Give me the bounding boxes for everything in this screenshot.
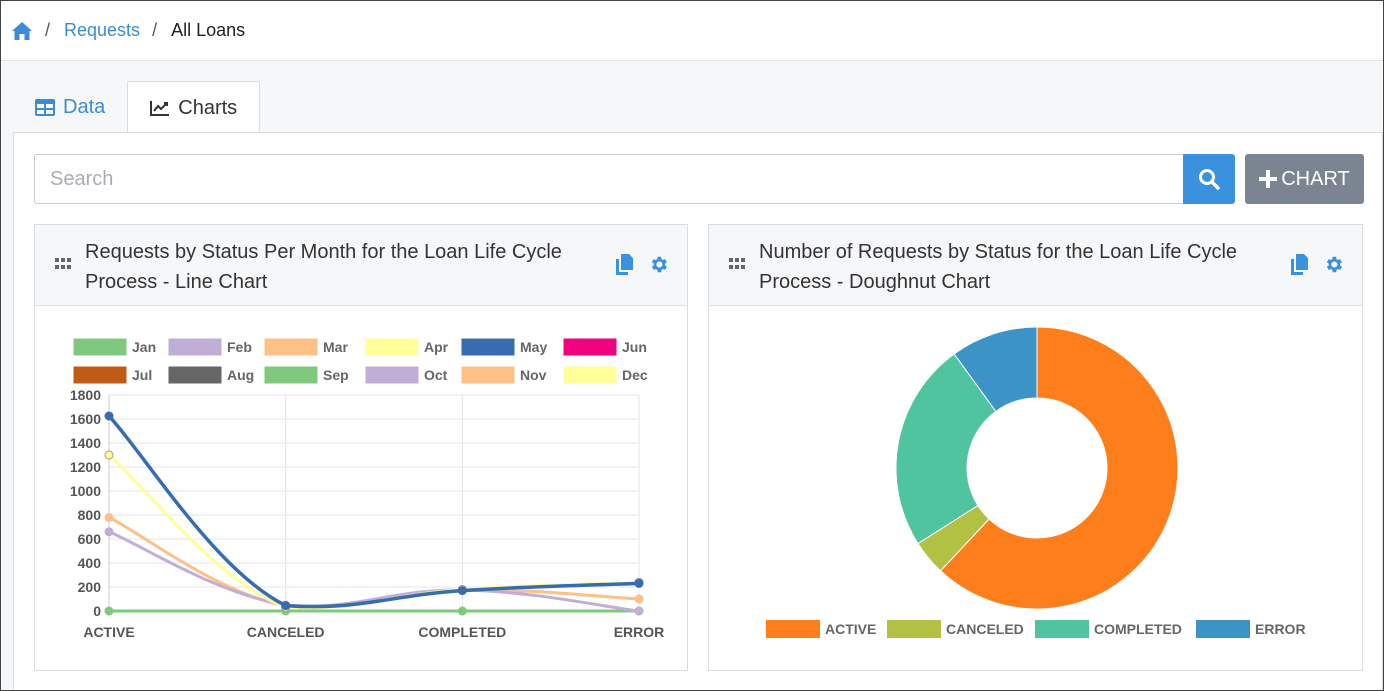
gear-icon[interactable] xyxy=(648,254,669,275)
legend-swatch-feb xyxy=(167,337,223,357)
search-input[interactable] xyxy=(34,154,1183,204)
data-point-mar xyxy=(634,594,644,604)
legend-label-oct: Oct xyxy=(424,367,448,383)
gear-icon[interactable] xyxy=(1323,254,1344,275)
legend-swatch-dec xyxy=(562,365,618,385)
data-point-jan xyxy=(457,606,467,616)
line-chart: Jan Feb Mar Apr May Jun Jul Aug Sep Oct Nov Dec 0 200… xyxy=(70,337,665,640)
legend-swatch-jun xyxy=(562,337,618,357)
y-tick-label: 600 xyxy=(78,531,102,547)
legend-label-mar: Mar xyxy=(323,339,348,355)
legend-swatch-canceled xyxy=(887,620,941,638)
legend-label-active: ACTIVE xyxy=(825,621,876,637)
search-button[interactable] xyxy=(1183,154,1235,204)
panel-header: Number of Requests by Status for the Loa… xyxy=(709,225,1362,306)
legend-label-sep: Sep xyxy=(323,367,349,383)
tab-data[interactable]: Data xyxy=(13,81,127,133)
legend-label-error: ERROR xyxy=(1255,621,1306,637)
legend-swatch-apr xyxy=(364,337,420,357)
app-frame: / Requests / All Loans Data Charts Searc… xyxy=(0,0,1384,691)
line-chart-icon xyxy=(150,101,170,116)
legend-label-nov: Nov xyxy=(520,367,547,383)
search-row: CHART xyxy=(34,154,1364,204)
x-tick-label: ERROR xyxy=(614,624,665,640)
legend-label-canceled: CANCELED xyxy=(946,621,1024,637)
grip-icon[interactable] xyxy=(729,258,745,270)
legend-swatch-jul xyxy=(72,365,128,385)
breadcrumb-link-requests[interactable]: Requests xyxy=(64,20,140,41)
data-point-may xyxy=(634,578,644,588)
data-point-feb xyxy=(104,527,114,537)
legend-swatch-may xyxy=(460,337,516,357)
legend-swatch-completed xyxy=(1035,620,1089,638)
panel-title: Number of Requests by Status for the Loa… xyxy=(759,241,1238,293)
search-icon xyxy=(1199,169,1220,190)
legend-label-apr: Apr xyxy=(424,339,449,355)
legend-label-completed: COMPLETED xyxy=(1094,621,1182,637)
legend-label-jan: Jan xyxy=(132,339,156,355)
grip-icon[interactable] xyxy=(55,258,71,270)
data-point-may xyxy=(457,586,467,596)
tab-bar: Data Charts xyxy=(13,81,261,134)
x-tick-label: ACTIVE xyxy=(83,624,134,640)
panel-body: ACTIVE CANCELED COMPLETED ERROR xyxy=(709,306,1362,670)
data-point-may xyxy=(104,411,114,421)
tab-data-label: Data xyxy=(63,95,106,118)
legend-swatch-nov xyxy=(460,365,516,385)
legend-label-jul: Jul xyxy=(132,367,152,383)
doughnut-chart-panel: Number of Requests by Status for the Loa… xyxy=(708,224,1363,671)
y-tick-label: 1800 xyxy=(70,387,101,403)
data-point-apr xyxy=(104,450,114,460)
legend-swatch-jan xyxy=(72,337,128,357)
legend-label-aug: Aug xyxy=(227,367,254,383)
charts-content: CHART Requests by Status Per Month for t… xyxy=(13,132,1383,690)
series-line-feb xyxy=(108,530,640,613)
y-tick-label: 0 xyxy=(93,603,101,619)
breadcrumb-current: All Loans xyxy=(171,20,246,40)
y-tick-label: 1600 xyxy=(70,411,101,427)
breadcrumb-separator: / xyxy=(45,20,51,40)
copy-icon[interactable] xyxy=(1291,254,1308,275)
data-point-mar xyxy=(104,512,114,522)
y-tick-label: 1000 xyxy=(70,483,101,499)
x-tick-label: CANCELED xyxy=(247,624,325,640)
data-point-may xyxy=(281,601,291,611)
data-point-feb xyxy=(634,606,644,616)
legend-swatch-sep xyxy=(263,365,319,385)
breadcrumb: / Requests / All Loans xyxy=(1,1,1383,61)
legend-swatch-oct xyxy=(364,365,420,385)
series-line-mar xyxy=(108,516,640,609)
add-chart-label: CHART xyxy=(1281,167,1350,190)
series-line-may xyxy=(107,414,640,609)
legend-swatch-active xyxy=(766,620,820,638)
legend-label-feb: Feb xyxy=(227,339,252,355)
y-tick-label: 800 xyxy=(78,507,102,523)
breadcrumb-separator: / xyxy=(152,20,158,40)
y-tick-label: 400 xyxy=(78,555,102,571)
legend-swatch-aug xyxy=(167,365,223,385)
legend-label-dec: Dec xyxy=(622,367,648,383)
y-tick-label: 1200 xyxy=(70,459,101,475)
y-tick-label: 1400 xyxy=(70,435,101,451)
copy-icon[interactable] xyxy=(616,254,633,275)
doughnut-chart: ACTIVE CANCELED COMPLETED ERROR xyxy=(766,326,1306,638)
x-tick-label: COMPLETED xyxy=(418,624,506,640)
panel-header: Requests by Status Per Month for the Loa… xyxy=(35,225,687,306)
panel-title: Requests by Status Per Month for the Loa… xyxy=(85,241,562,293)
y-tick-label: 200 xyxy=(78,579,102,595)
add-chart-button[interactable]: CHART xyxy=(1245,154,1364,204)
legend-label-jun: Jun xyxy=(622,339,647,355)
table-icon xyxy=(35,98,55,116)
panel-body: Jan Feb Mar Apr May Jun Jul Aug Sep Oct Nov Dec 0 200… xyxy=(35,306,687,670)
tab-charts[interactable]: Charts xyxy=(127,81,261,134)
legend-label-may: May xyxy=(520,339,547,355)
line-chart-panel: Requests by Status Per Month for the Loa… xyxy=(34,224,688,671)
legend-swatch-error xyxy=(1196,620,1250,638)
plus-icon xyxy=(1259,170,1278,188)
data-point-jan xyxy=(104,606,114,616)
legend-swatch-mar xyxy=(263,337,319,357)
home-icon[interactable] xyxy=(11,21,33,41)
tab-charts-label: Charts xyxy=(178,96,238,119)
